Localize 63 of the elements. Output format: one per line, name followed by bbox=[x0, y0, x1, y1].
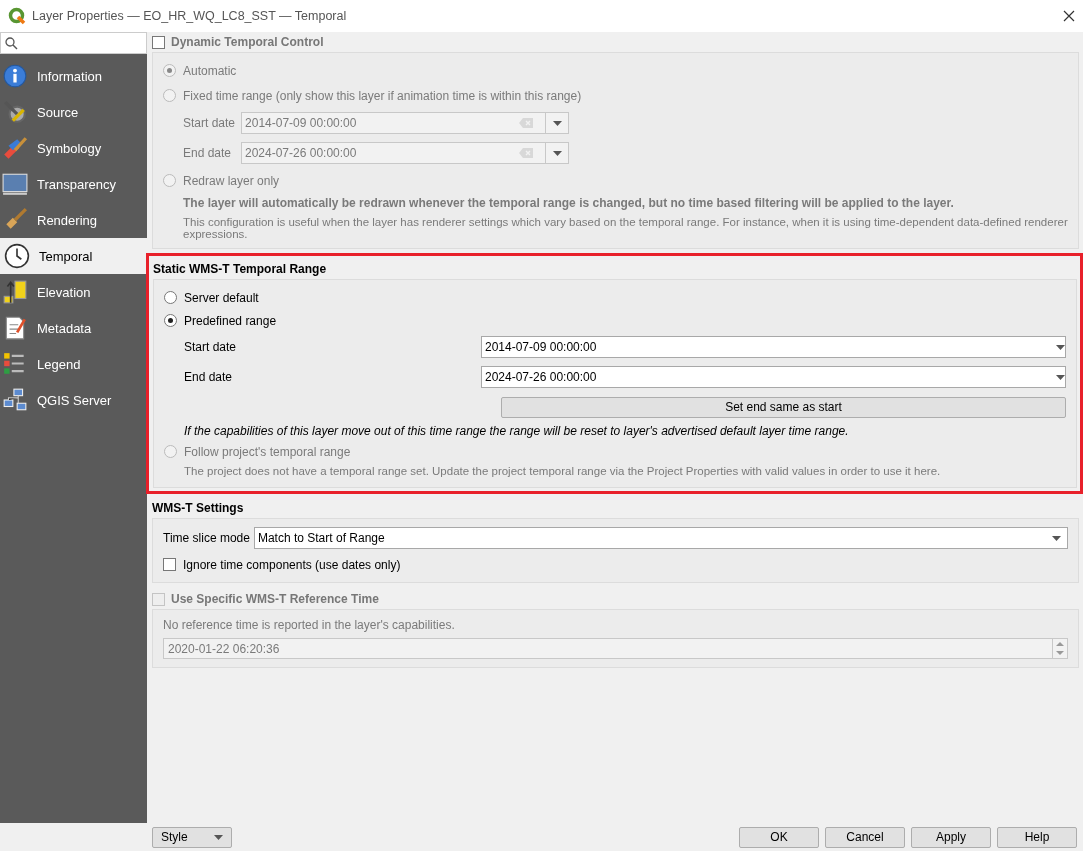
warning-text: If the capabilities of this layer move out of this time range the range will be reset to layer's advertised default layer time range. bbox=[183, 424, 850, 438]
sidebar-item[interactable]: Information bbox=[0, 58, 147, 94]
radio-label: Server default bbox=[184, 290, 259, 305]
group-title: Static WMS-T Temporal Range bbox=[153, 262, 327, 276]
style-button[interactable]: Style bbox=[152, 826, 232, 848]
sidebar-item[interactable]: Source bbox=[0, 94, 147, 130]
dropdown-arrow-icon bbox=[1052, 535, 1061, 541]
radio-label: Fixed time range (only show this layer if animation time is within this range) bbox=[183, 88, 582, 103]
dialog-button[interactable]: Cancel bbox=[825, 826, 905, 848]
sidebar-item[interactable]: QGIS Server bbox=[0, 382, 147, 418]
app-logo-icon bbox=[8, 7, 26, 25]
field-label: Start date bbox=[183, 116, 236, 130]
sidebar-item[interactable]: Temporal bbox=[0, 238, 147, 274]
field-label: Time slice mode bbox=[163, 531, 250, 545]
group-title: Use Specific WMS-T Reference Time bbox=[171, 592, 379, 606]
dropdown-arrow-icon bbox=[1056, 344, 1065, 350]
dropdown-arrow-icon bbox=[1056, 374, 1065, 380]
search-icon bbox=[5, 36, 18, 50]
group-title: WMS-T Settings bbox=[152, 501, 244, 515]
field-label: Start date bbox=[184, 340, 238, 354]
dialog-button[interactable]: Help bbox=[997, 826, 1077, 848]
description-text: No reference time is reported in the layer's capabilities. bbox=[163, 618, 456, 632]
window-title: Layer Properties — EO_HR_WQ_LC8_SST — Temporal bbox=[32, 9, 348, 23]
radio-label: Redraw layer only bbox=[183, 173, 280, 188]
description-text: The layer will automatically be redrawn whenever the temporal range is changed, but no time based filtering will be applied to the layer. bbox=[182, 196, 955, 210]
dialog-button[interactable]: Apply bbox=[911, 826, 991, 848]
dropdown-arrow-icon bbox=[552, 120, 562, 126]
date-dropdown[interactable]: 2024-07-26 00:00:00 bbox=[481, 366, 1066, 388]
sidebar-item-icon bbox=[2, 135, 28, 161]
group-title: Dynamic Temporal Control bbox=[171, 35, 324, 49]
sidebar-item-icon bbox=[2, 171, 28, 197]
clear-icon bbox=[519, 118, 534, 128]
sidebar-item-icon bbox=[2, 63, 28, 89]
description-text: This configuration is useful when the layer has renderer settings which vary based on the temporal range. For instance, when it is using time-dependent data-defined renderer expressions. bbox=[182, 216, 1068, 240]
clear-icon bbox=[519, 148, 533, 158]
radio-button[interactable] bbox=[164, 291, 177, 304]
spinner-icon bbox=[1052, 639, 1067, 658]
sidebar-item[interactable]: Symbology bbox=[0, 130, 147, 166]
time-slice-dropdown[interactable]: Match to Start of Range bbox=[253, 527, 1068, 549]
set-end-same-as-start-button[interactable]: Set end same as start bbox=[501, 396, 1066, 418]
radio-label: Automatic bbox=[183, 63, 237, 78]
search-field[interactable] bbox=[0, 32, 147, 54]
description-text: The project does not have a temporal range set. Update the project temporal range via the Project Properties with valid values in order to use it here. bbox=[183, 465, 942, 479]
radio-button[interactable] bbox=[164, 314, 177, 327]
radio-label: Predefined range bbox=[184, 313, 277, 328]
sidebar-item[interactable]: Transparency bbox=[0, 166, 147, 202]
sidebar-item[interactable]: Metadata bbox=[0, 310, 147, 346]
dropdown-arrow-icon bbox=[552, 150, 562, 156]
date-dropdown[interactable]: 2014-07-09 00:00:00 bbox=[481, 336, 1066, 358]
checkbox[interactable] bbox=[163, 558, 176, 571]
sidebar-item[interactable]: Elevation bbox=[0, 274, 147, 310]
sidebar-item-icon bbox=[2, 387, 28, 413]
field-label: End date bbox=[183, 146, 233, 160]
sidebar-item-icon bbox=[4, 243, 30, 269]
sidebar-item-icon bbox=[2, 279, 28, 305]
close-icon[interactable] bbox=[1063, 10, 1075, 22]
sidebar-item[interactable]: Legend bbox=[0, 346, 147, 382]
field-label: End date bbox=[184, 370, 234, 384]
caret-icon bbox=[214, 834, 223, 840]
dialog-button[interactable]: OK bbox=[739, 826, 819, 848]
checkbox-label: Ignore time components (use dates only) bbox=[183, 557, 401, 572]
sidebar-item[interactable]: Rendering bbox=[0, 202, 147, 238]
radio-label: Follow project's temporal range bbox=[184, 444, 351, 459]
